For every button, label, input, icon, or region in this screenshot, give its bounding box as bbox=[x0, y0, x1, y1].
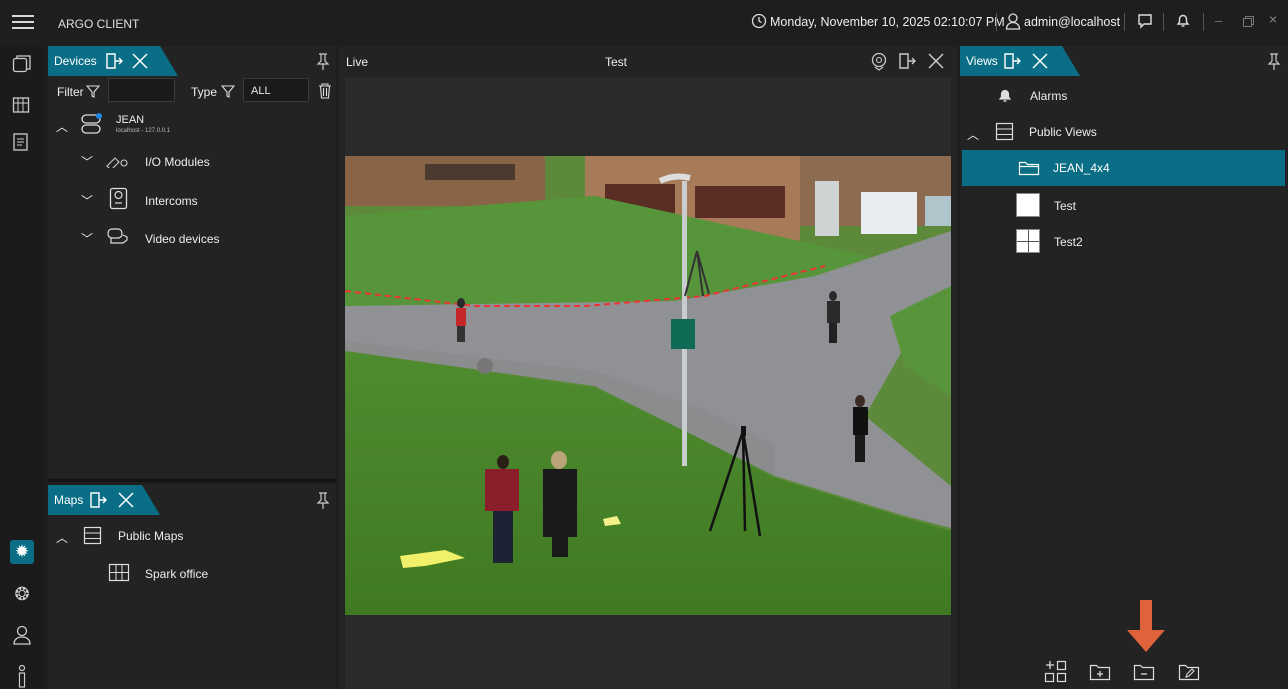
user-account[interactable]: admin@localhost bbox=[1024, 15, 1120, 29]
minimize-icon[interactable]: – bbox=[1215, 13, 1222, 28]
windows-icon[interactable] bbox=[12, 54, 32, 74]
server-icon bbox=[81, 113, 102, 134]
edit-folder-icon[interactable] bbox=[1178, 663, 1200, 681]
gear-icon: ✹ bbox=[14, 542, 30, 561]
bell-icon[interactable] bbox=[1175, 12, 1191, 29]
undock-icon[interactable] bbox=[897, 51, 917, 71]
chevron-up-icon[interactable]: ︿ bbox=[967, 126, 979, 143]
tab-slant bbox=[142, 485, 160, 515]
floorplan-icon bbox=[108, 563, 130, 582]
close-icon[interactable] bbox=[926, 51, 946, 71]
intercom-icon bbox=[109, 187, 128, 210]
trash-icon[interactable] bbox=[318, 83, 332, 99]
server-rack-icon bbox=[83, 526, 102, 545]
datetime-display: Monday, November 10, 2025 02:10:07 PM bbox=[770, 15, 1005, 29]
view-item-test2[interactable]: Test2 bbox=[1054, 235, 1083, 249]
chevron-up-icon[interactable]: ︿ bbox=[56, 118, 68, 135]
view-item-label: JEAN_4x4 bbox=[1053, 161, 1110, 175]
type-filter-icon bbox=[221, 85, 235, 98]
live-panel-title: Live bbox=[346, 55, 369, 69]
filter-input[interactable] bbox=[108, 78, 175, 102]
separator bbox=[1124, 13, 1125, 31]
hamburger-menu-icon[interactable] bbox=[12, 12, 34, 32]
tree-item-io-modules[interactable]: I/O Modules bbox=[145, 155, 210, 169]
type-label: Type bbox=[191, 85, 218, 99]
chevron-down-icon[interactable]: ﹀ bbox=[81, 192, 93, 209]
separator bbox=[996, 13, 997, 31]
server-rack-icon bbox=[995, 122, 1014, 141]
views-alarms[interactable]: Alarms bbox=[1030, 89, 1067, 103]
system-settings-icon[interactable]: ❂ bbox=[11, 583, 33, 605]
type-select[interactable]: ALL bbox=[243, 78, 309, 102]
single-view-icon bbox=[1016, 193, 1040, 217]
chat-icon[interactable] bbox=[1137, 13, 1153, 29]
maps-group-public[interactable]: Public Maps bbox=[118, 529, 183, 543]
type-select-value: ALL bbox=[251, 85, 271, 97]
arrow-down-indicator bbox=[1127, 600, 1165, 652]
bell-icon bbox=[998, 89, 1012, 102]
pin-icon[interactable] bbox=[316, 492, 330, 510]
quad-view-icon bbox=[1016, 229, 1040, 253]
info-icon[interactable] bbox=[14, 664, 30, 688]
live-panel: Live Test bbox=[339, 46, 957, 689]
server-name[interactable]: JEAN bbox=[116, 114, 144, 126]
filter-icon bbox=[86, 85, 100, 98]
chevron-down-icon[interactable]: ﹀ bbox=[81, 230, 93, 247]
video-device-icon bbox=[107, 228, 128, 244]
view-item-jean-4x4[interactable]: JEAN_4x4 bbox=[962, 150, 1285, 186]
tab-slant bbox=[1062, 46, 1080, 76]
restore-icon[interactable] bbox=[1243, 16, 1254, 27]
report-icon[interactable] bbox=[12, 132, 32, 154]
splitter[interactable] bbox=[48, 479, 336, 482]
left-rail: ✹ ❂ bbox=[0, 46, 44, 689]
pin-icon[interactable] bbox=[316, 53, 330, 71]
chevron-up-icon[interactable]: ︿ bbox=[56, 529, 68, 546]
separator bbox=[1163, 13, 1164, 31]
dashboard-icon[interactable] bbox=[12, 94, 32, 114]
server-address: localhost - 127.0.0.1 bbox=[116, 128, 171, 134]
tree-item-intercoms[interactable]: Intercoms bbox=[145, 194, 198, 208]
user-icon bbox=[1005, 13, 1021, 30]
maps-panel: Maps ︿ Public Maps Spark office bbox=[48, 485, 336, 689]
user-management-icon[interactable] bbox=[12, 624, 32, 646]
io-module-icon bbox=[106, 157, 128, 168]
add-view-icon[interactable] bbox=[1044, 660, 1068, 684]
title-bar: ARGO CLIENT Monday, November 10, 2025 02… bbox=[0, 0, 1288, 46]
map-item-spark-office[interactable]: Spark office bbox=[145, 567, 208, 581]
ptz-icon[interactable] bbox=[869, 51, 889, 71]
close-window-icon[interactable]: × bbox=[1269, 11, 1277, 27]
chevron-down-icon[interactable]: ﹀ bbox=[81, 153, 93, 170]
add-folder-icon[interactable] bbox=[1089, 663, 1111, 681]
filter-label: Filter bbox=[57, 85, 84, 99]
tab-slant bbox=[160, 46, 178, 76]
settings-active-button[interactable]: ✹ bbox=[10, 540, 34, 564]
clock-icon bbox=[751, 13, 767, 29]
camera-feed-image[interactable] bbox=[345, 156, 951, 615]
view-item-test[interactable]: Test bbox=[1054, 199, 1076, 213]
video-viewport[interactable] bbox=[345, 77, 951, 689]
folder-icon bbox=[1018, 161, 1040, 176]
separator bbox=[1203, 13, 1204, 31]
tree-item-video-devices[interactable]: Video devices bbox=[145, 232, 220, 246]
remove-folder-icon[interactable] bbox=[1133, 663, 1155, 681]
devices-panel: Devices Filter Type ALL ︿ JEAN localhost… bbox=[48, 46, 336, 478]
pin-icon[interactable] bbox=[1267, 53, 1281, 71]
views-panel: Views Alarms ︿ Public Views JEAN_4x4 Tes… bbox=[960, 46, 1288, 689]
app-title: ARGO CLIENT bbox=[58, 17, 140, 31]
views-group-public[interactable]: Public Views bbox=[1029, 125, 1097, 139]
live-view-name: Test bbox=[605, 55, 628, 69]
